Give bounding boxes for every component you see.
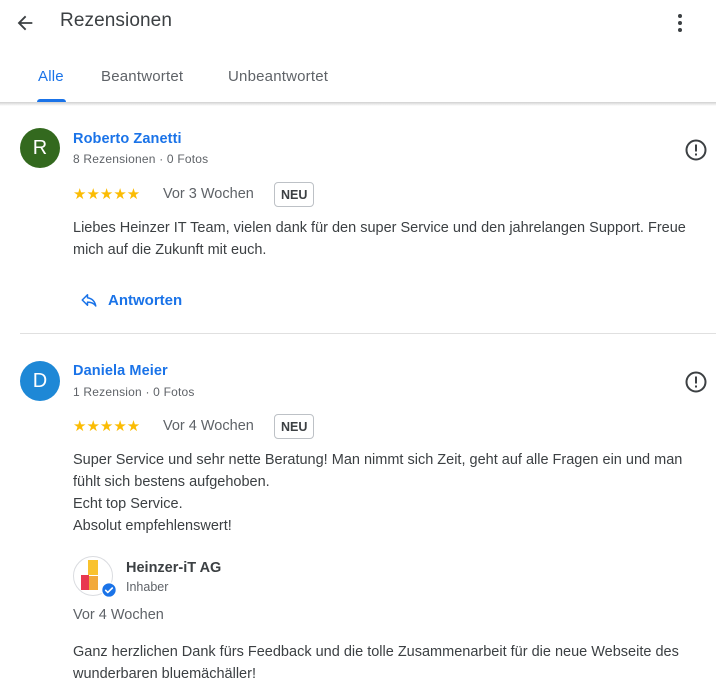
divider bbox=[20, 333, 716, 334]
owner-role: Inhaber bbox=[126, 580, 169, 594]
tab-alle[interactable]: Alle bbox=[36, 62, 68, 102]
avatar-letter: D bbox=[32, 369, 48, 392]
star-rating: ★★★★★ bbox=[73, 186, 141, 203]
owner-logo bbox=[73, 556, 117, 598]
arrow-back-icon bbox=[17, 15, 33, 31]
star-rating: ★★★★★ bbox=[73, 418, 141, 435]
tab-label: Beantwortet bbox=[101, 68, 184, 85]
app-header: Rezensionen Alle Beantwortet Unbeantwort… bbox=[0, 0, 716, 104]
tab-bar: Alle Beantwortet Unbeantwortet bbox=[0, 62, 716, 102]
review-text: Liebes Heinzer IT Team, vielen dank für … bbox=[73, 220, 686, 258]
page-title: Rezensionen bbox=[60, 10, 173, 31]
reviewer-meta: 8 Rezensionen · 0 Fotos bbox=[73, 152, 209, 166]
tab-label: Alle bbox=[38, 68, 64, 85]
reply-icon bbox=[81, 294, 97, 307]
back-button[interactable] bbox=[10, 8, 40, 38]
avatar-letter: R bbox=[32, 136, 48, 159]
tab-unbeantwortet[interactable]: Unbeantwortet bbox=[228, 62, 348, 102]
header-shadow bbox=[0, 102, 716, 106]
owner-reply-time: Vor 4 Wochen bbox=[73, 607, 164, 623]
review-text-line: Echt top Service. bbox=[73, 496, 183, 512]
more-vert-icon bbox=[678, 14, 682, 32]
owner-reply-text: Ganz herzlichen Dank fürs Feedback und d… bbox=[73, 644, 679, 682]
review-time: Vor 4 Wochen bbox=[163, 418, 254, 434]
owner-name: Heinzer-iT AG bbox=[126, 560, 222, 576]
new-badge: NEU bbox=[274, 182, 315, 207]
reply-label: Antworten bbox=[108, 291, 183, 309]
review-time: Vor 3 Wochen bbox=[163, 186, 254, 202]
verified-badge-icon bbox=[101, 582, 117, 598]
report-icon bbox=[685, 371, 707, 393]
report-button[interactable] bbox=[684, 138, 708, 162]
review-text: Super Service und sehr nette Beratung! M… bbox=[73, 449, 713, 537]
reviewer-meta: 1 Rezension · 0 Fotos bbox=[73, 385, 195, 399]
tab-label: Unbeantwortet bbox=[228, 68, 329, 85]
report-icon bbox=[685, 139, 707, 161]
reviewer-name[interactable]: Daniela Meier bbox=[73, 363, 168, 379]
avatar[interactable]: D bbox=[20, 361, 60, 401]
report-button[interactable] bbox=[684, 370, 708, 394]
reviewer-name[interactable]: Roberto Zanetti bbox=[73, 131, 182, 147]
more-options-button[interactable] bbox=[666, 8, 694, 38]
reply-button[interactable]: Antworten bbox=[80, 288, 182, 312]
review-text-line: Absolut empfehlenswert! bbox=[73, 518, 232, 534]
review-text-line: Super Service und sehr nette Beratung! M… bbox=[73, 452, 683, 490]
tab-beantwortet[interactable]: Beantwortet bbox=[101, 62, 201, 102]
new-badge: NEU bbox=[274, 414, 315, 439]
avatar[interactable]: R bbox=[20, 128, 60, 168]
